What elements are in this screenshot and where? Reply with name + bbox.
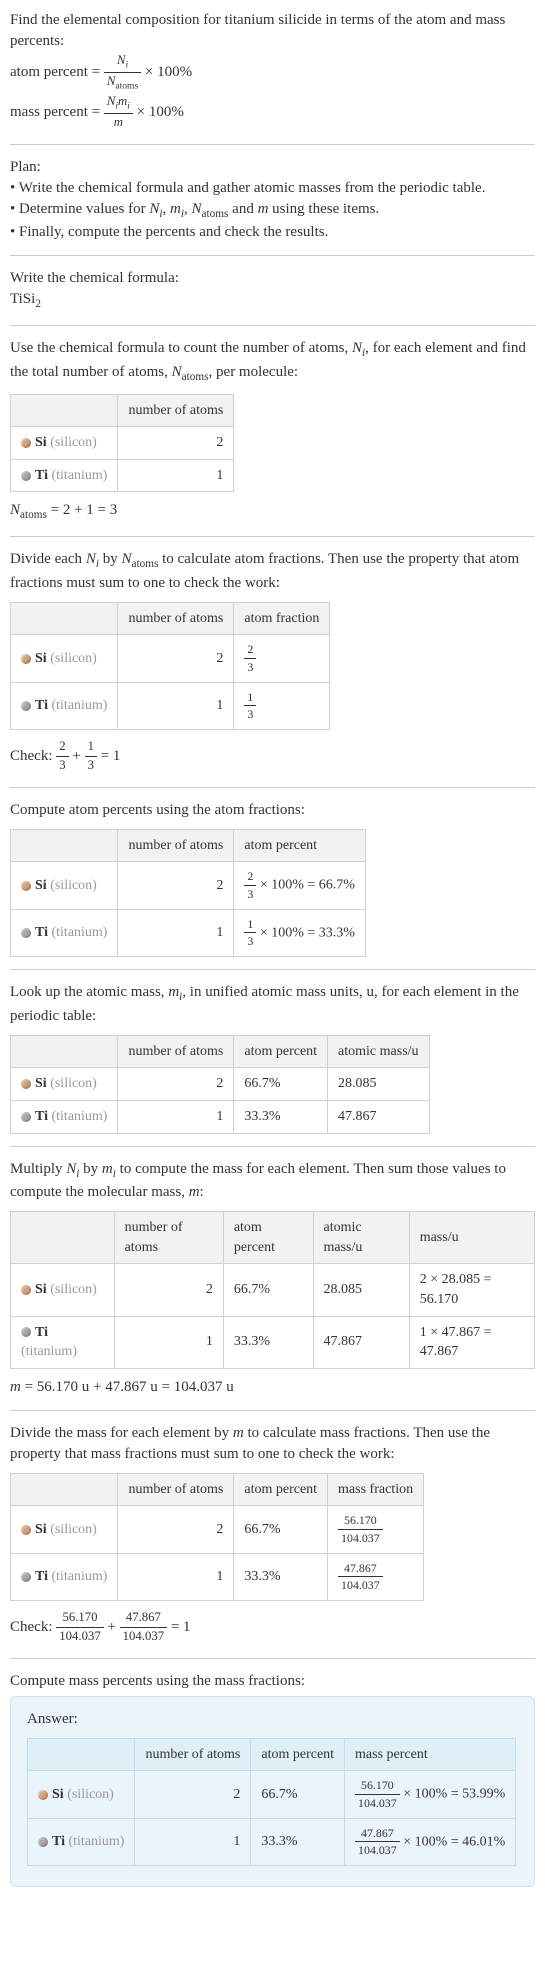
- plan-item2: • Determine values for Ni, mi, Natoms an…: [10, 199, 535, 223]
- silicon-icon: [21, 1525, 31, 1535]
- divider: [10, 1146, 535, 1147]
- plan-heading: Plan:: [10, 157, 535, 178]
- divider: [10, 969, 535, 970]
- intro-text: Find the elemental composition for titan…: [10, 10, 535, 52]
- col-header: number of atoms: [118, 829, 234, 862]
- col-header: number of atoms: [118, 394, 234, 427]
- table-row: Si (silicon) 2 66.7% 28.085 2 × 28.085 =…: [11, 1264, 535, 1316]
- molmass-text: Multiply Ni by mi to compute the mass fo…: [10, 1159, 535, 1204]
- molmass-section: Multiply Ni by mi to compute the mass fo…: [10, 1159, 535, 1398]
- divider: [10, 325, 535, 326]
- table-row: Ti (titanium) 1 13 × 100% = 33.3%: [11, 909, 366, 956]
- count-table: number of atoms Si (silicon) 2 Ti (titan…: [10, 394, 234, 493]
- cell-value: 1: [118, 459, 234, 492]
- titanium-icon: [21, 1327, 31, 1337]
- silicon-icon: [21, 1285, 31, 1295]
- silicon-icon: [21, 654, 31, 664]
- table-row: Ti (titanium) 1 33.3% 47.867 1 × 47.867 …: [11, 1316, 535, 1368]
- mass-table: number of atomsatom percentatomic mass/u…: [10, 1035, 430, 1134]
- divider: [10, 144, 535, 145]
- atompct-table: number of atomsatom percent Si (silicon)…: [10, 829, 366, 957]
- silicon-icon: [21, 881, 31, 891]
- formula-section: Write the chemical formula: TiSi2: [10, 268, 535, 313]
- plan-item3: • Finally, compute the percents and chec…: [10, 222, 535, 243]
- answer-table: number of atomsatom percentmass percent …: [27, 1738, 516, 1866]
- atomfrac-check: Check: 23 + 13 = 1: [10, 738, 535, 775]
- table-row: Ti (titanium) 1 33.3% 47.867104.037: [11, 1553, 424, 1600]
- atom-percent-formula: atom percent = Ni Natoms × 100%: [10, 52, 535, 93]
- silicon-icon: [38, 1790, 48, 1800]
- table-row: Si (silicon) 2 66.7% 56.170104.037: [11, 1506, 424, 1553]
- table-row: Si (silicon) 2 23: [11, 635, 330, 682]
- col-header: number of atoms: [118, 602, 234, 635]
- cell-value: 2: [118, 427, 234, 460]
- molmass-sum: m = 56.170 u + 47.867 u = 104.037 u: [10, 1377, 535, 1398]
- times100: × 100%: [145, 64, 192, 80]
- answer-box: Answer: number of atomsatom percentmass …: [10, 1696, 535, 1887]
- atompct-section: Compute atom percents using the atom fra…: [10, 800, 535, 957]
- plan-item1: • Write the chemical formula and gather …: [10, 178, 535, 199]
- divider: [10, 536, 535, 537]
- times100b: × 100%: [137, 104, 184, 120]
- formula-heading: Write the chemical formula:: [10, 268, 535, 289]
- atom-percent-label: atom percent =: [10, 64, 104, 80]
- titanium-icon: [21, 928, 31, 938]
- count-text: Use the chemical formula to count the nu…: [10, 338, 535, 386]
- mass-percent-label: mass percent =: [10, 104, 104, 120]
- table-row: Ti (titanium) 1 13: [11, 682, 330, 729]
- divider: [10, 255, 535, 256]
- titanium-icon: [21, 471, 31, 481]
- silicon-icon: [21, 438, 31, 448]
- titanium-icon: [21, 701, 31, 711]
- answer-label: Answer:: [27, 1709, 518, 1730]
- divider: [10, 1658, 535, 1659]
- table-row: Si (silicon) 2 66.7% 28.085: [11, 1068, 430, 1101]
- divider: [10, 787, 535, 788]
- titanium-icon: [21, 1112, 31, 1122]
- count-section: Use the chemical formula to count the nu…: [10, 338, 535, 524]
- formula-value: TiSi2: [10, 289, 535, 313]
- atomfrac-text: Divide each Ni by Natoms to calculate at…: [10, 549, 535, 594]
- titanium-icon: [21, 1572, 31, 1582]
- atomfrac-table: number of atomsatom fraction Si (silicon…: [10, 602, 330, 730]
- col-header: atom fraction: [234, 602, 330, 635]
- massfrac-check: Check: 56.170104.037 + 47.867104.037 = 1: [10, 1609, 535, 1646]
- massfrac-text: Divide the mass for each element by m to…: [10, 1423, 535, 1465]
- divider: [10, 1410, 535, 1411]
- mass-percent-formula: mass percent = Nimi m × 100%: [10, 93, 535, 132]
- table-row: Si (silicon) 2: [11, 427, 234, 460]
- atom-percent-fraction: Ni Natoms: [104, 52, 141, 93]
- intro-section: Find the elemental composition for titan…: [10, 10, 535, 132]
- mass-text: Look up the atomic mass, mi, in unified …: [10, 982, 535, 1027]
- massfrac-section: Divide the mass for each element by m to…: [10, 1423, 535, 1646]
- mass-percent-fraction: Nimi m: [104, 93, 133, 132]
- massfrac-table: number of atomsatom percentmass fraction…: [10, 1473, 424, 1601]
- col-header: atom percent: [234, 829, 366, 862]
- mass-section: Look up the atomic mass, mi, in unified …: [10, 982, 535, 1134]
- table-row: Ti (titanium) 1 33.3% 47.867: [11, 1100, 430, 1133]
- atomfrac-section: Divide each Ni by Natoms to calculate at…: [10, 549, 535, 775]
- titanium-icon: [38, 1837, 48, 1847]
- molmass-table: number of atomsatom percentatomic mass/u…: [10, 1211, 535, 1369]
- masspct-heading: Compute mass percents using the mass fra…: [10, 1671, 535, 1692]
- atompct-heading: Compute atom percents using the atom fra…: [10, 800, 535, 821]
- table-row: Si (silicon) 2 23 × 100% = 66.7%: [11, 862, 366, 909]
- count-sum: Natoms = 2 + 1 = 3: [10, 500, 535, 524]
- table-row: Ti (titanium) 1 33.3% 47.867104.037 × 10…: [28, 1818, 516, 1865]
- table-row: Ti (titanium) 1: [11, 459, 234, 492]
- silicon-icon: [21, 1079, 31, 1089]
- table-row: Si (silicon) 2 66.7% 56.170104.037 × 100…: [28, 1771, 516, 1818]
- plan-section: Plan: • Write the chemical formula and g…: [10, 157, 535, 244]
- masspct-section: Compute mass percents using the mass fra…: [10, 1671, 535, 1887]
